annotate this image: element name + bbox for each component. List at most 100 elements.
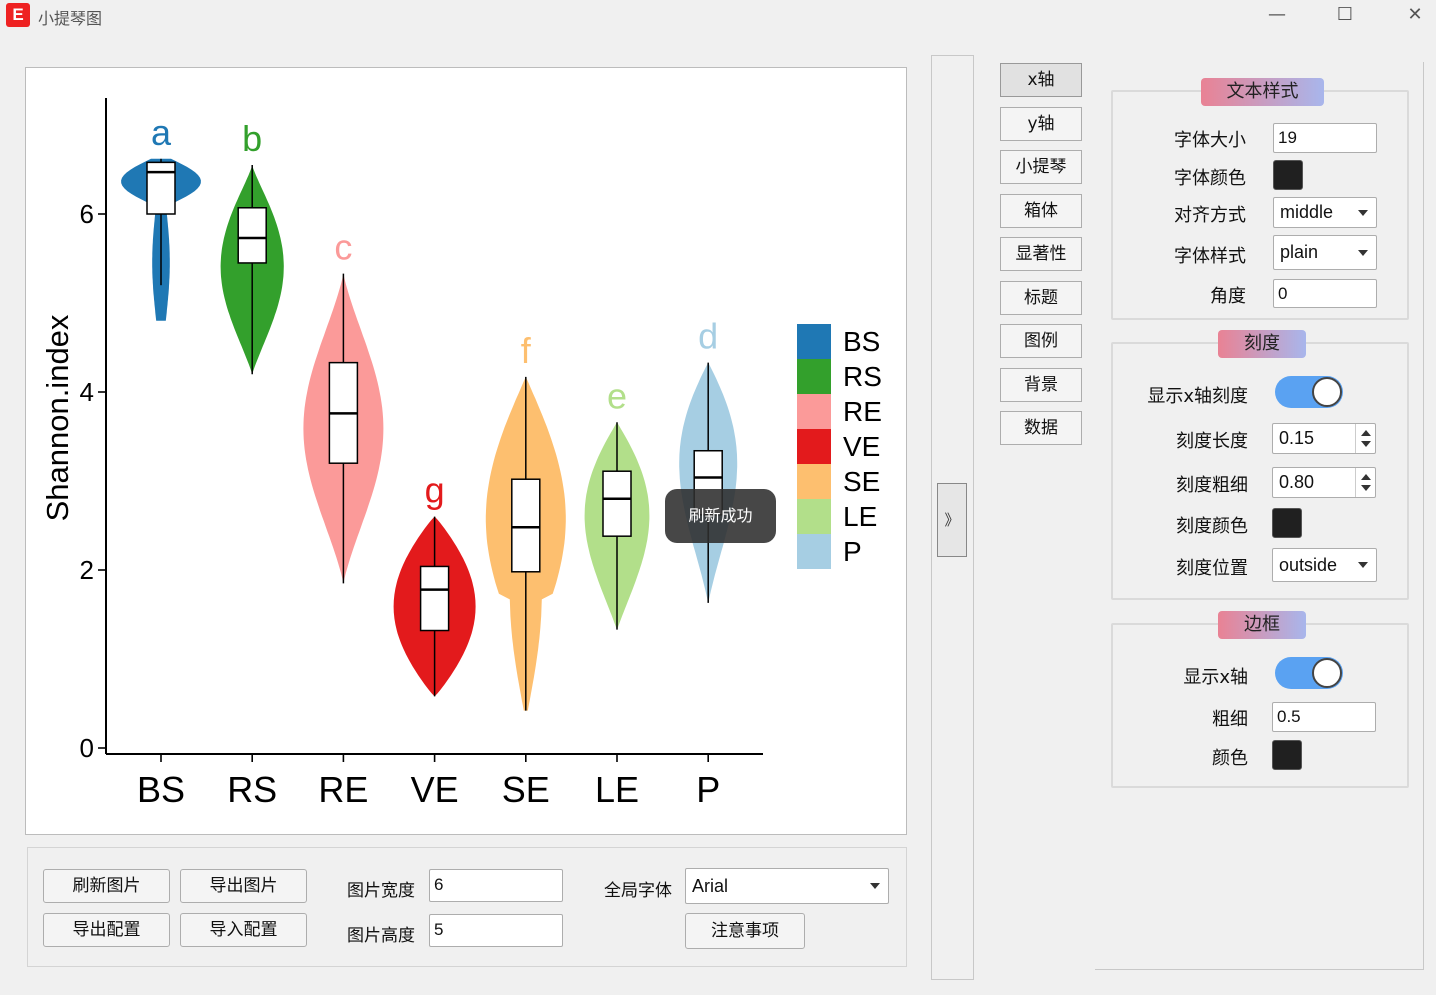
legend-swatch-BS [797,324,831,359]
tab-y-axis[interactable]: y轴 [1000,107,1082,141]
x-tick-label-VE: VE [411,769,459,810]
x-tick-label-BS: BS [137,769,185,810]
legend-swatch-SE [797,464,831,499]
y-tick-label: 2 [80,555,94,585]
ticks-title: 刻度 [1218,330,1306,358]
legend-swatch-RE [797,394,831,429]
global-font-select[interactable]: Arial [685,868,889,904]
close-button[interactable]: ✕ [1392,0,1436,30]
spin-arrows[interactable] [1355,424,1375,453]
legend-label-SE: SE [843,466,880,497]
chevron-down-icon [870,883,880,889]
significance-label-LE: e [607,375,627,416]
maximize-button[interactable]: ☐ [1322,0,1368,30]
border-color-swatch[interactable] [1272,740,1302,770]
font-color-swatch[interactable] [1273,160,1303,190]
tab-significance[interactable]: 显著性 [1000,237,1082,271]
bottom-controls [27,847,907,967]
x-tick-label-SE: SE [502,769,550,810]
export-image-button[interactable]: 导出图片 [180,869,307,903]
minimize-button[interactable]: — [1254,0,1300,30]
image-height-label: 图片高度 [347,926,415,946]
box-SE [511,478,541,573]
show-x-axis-toggle[interactable] [1275,657,1343,689]
show-x-ticks-toggle[interactable] [1275,376,1343,408]
font-style-value: plain [1280,242,1319,262]
tick-width-value: 0.80 [1279,472,1315,492]
toast-message: 刷新成功 [665,489,776,543]
import-config-button[interactable]: 导入配置 [180,913,307,947]
font-size-input[interactable]: 19 [1273,123,1377,153]
border-width-input[interactable]: 0.5 [1272,702,1376,732]
tick-width-label: 刻度粗细 [1176,475,1248,496]
global-font-value: Arial [692,876,729,896]
significance-label-VE: g [425,470,445,511]
legend-swatch-LE [797,499,831,534]
font-style-select[interactable]: plain [1273,235,1377,270]
font-size-label: 字体大小 [1174,130,1246,151]
legend-label-VE: VE [843,431,880,462]
tick-length-spinbox[interactable]: 0.15 [1272,423,1376,454]
alignment-value: middle [1280,202,1334,222]
tab-data[interactable]: 数据 [1000,411,1082,445]
app-icon: E [6,3,30,27]
box-LE [602,470,632,537]
plot-canvas: 0 2 4 6 Shannon.index a BS b RS c RE g VE f SE e LE d P BS R… [25,67,907,835]
tab-violin[interactable]: 小提琴 [1000,150,1082,184]
collapse-panel-button[interactable]: 》 [937,483,967,557]
y-axis-title: Shannon.index [40,314,75,521]
alignment-select[interactable]: middle [1273,197,1377,228]
font-color-label: 字体颜色 [1174,168,1246,189]
legend-label-LE: LE [843,501,877,532]
legend-swatch-P [797,534,831,569]
chevron-down-icon [1358,209,1368,216]
angle-input[interactable]: 0 [1273,279,1377,308]
tab-background[interactable]: 背景 [1000,368,1082,402]
x-tick-label-RS: RS [227,769,277,810]
legend-label-P: P [843,536,862,567]
legend-swatch-RS [797,359,831,394]
tab-legend[interactable]: 图例 [1000,324,1082,358]
tick-position-label: 刻度位置 [1176,558,1248,579]
significance-label-SE: f [521,330,532,371]
tab-title[interactable]: 标题 [1000,281,1082,315]
y-tick-label: 6 [80,199,94,229]
spin-down-icon[interactable] [1361,485,1371,491]
toggle-knob [1312,377,1342,407]
refresh-image-button[interactable]: 刷新图片 [43,869,170,903]
image-height-input[interactable]: 5 [429,914,563,947]
text-style-title: 文本样式 [1201,78,1324,106]
legend-swatch-VE [797,429,831,464]
chevron-down-icon [1358,562,1368,568]
box-VE [419,565,450,632]
border-title: 边框 [1218,611,1306,639]
spin-down-icon[interactable] [1361,441,1371,447]
image-width-label: 图片宽度 [347,881,415,901]
x-tick-label-LE: LE [595,769,639,810]
image-width-input[interactable]: 6 [429,869,563,902]
spin-up-icon[interactable] [1361,474,1371,480]
tab-box[interactable]: 箱体 [1000,194,1082,228]
tick-length-label: 刻度长度 [1176,431,1248,452]
tab-x-axis[interactable]: x轴 [1000,63,1082,97]
significance-label-BS: a [151,112,172,153]
significance-label-RE: c [334,227,352,268]
tick-position-value: outside [1279,555,1338,575]
spin-up-icon[interactable] [1361,430,1371,436]
export-config-button[interactable]: 导出配置 [43,913,170,947]
show-x-ticks-label: 显示x轴刻度 [1147,386,1248,407]
toggle-knob [1312,658,1342,688]
legend-label-RS: RS [843,361,882,392]
angle-label: 角度 [1210,286,1246,307]
notes-button[interactable]: 注意事项 [685,913,805,949]
font-style-label: 字体样式 [1174,246,1246,267]
spin-arrows[interactable] [1355,468,1375,497]
legend-label-RE: RE [843,396,882,427]
tick-color-label: 刻度颜色 [1176,516,1248,537]
y-tick-label: 0 [80,733,94,763]
tick-width-spinbox[interactable]: 0.80 [1272,467,1376,498]
tick-position-select[interactable]: outside [1272,548,1377,582]
tick-color-swatch[interactable] [1272,508,1302,538]
chevron-down-icon [1358,249,1368,256]
window-title: 小提琴图 [38,9,103,28]
